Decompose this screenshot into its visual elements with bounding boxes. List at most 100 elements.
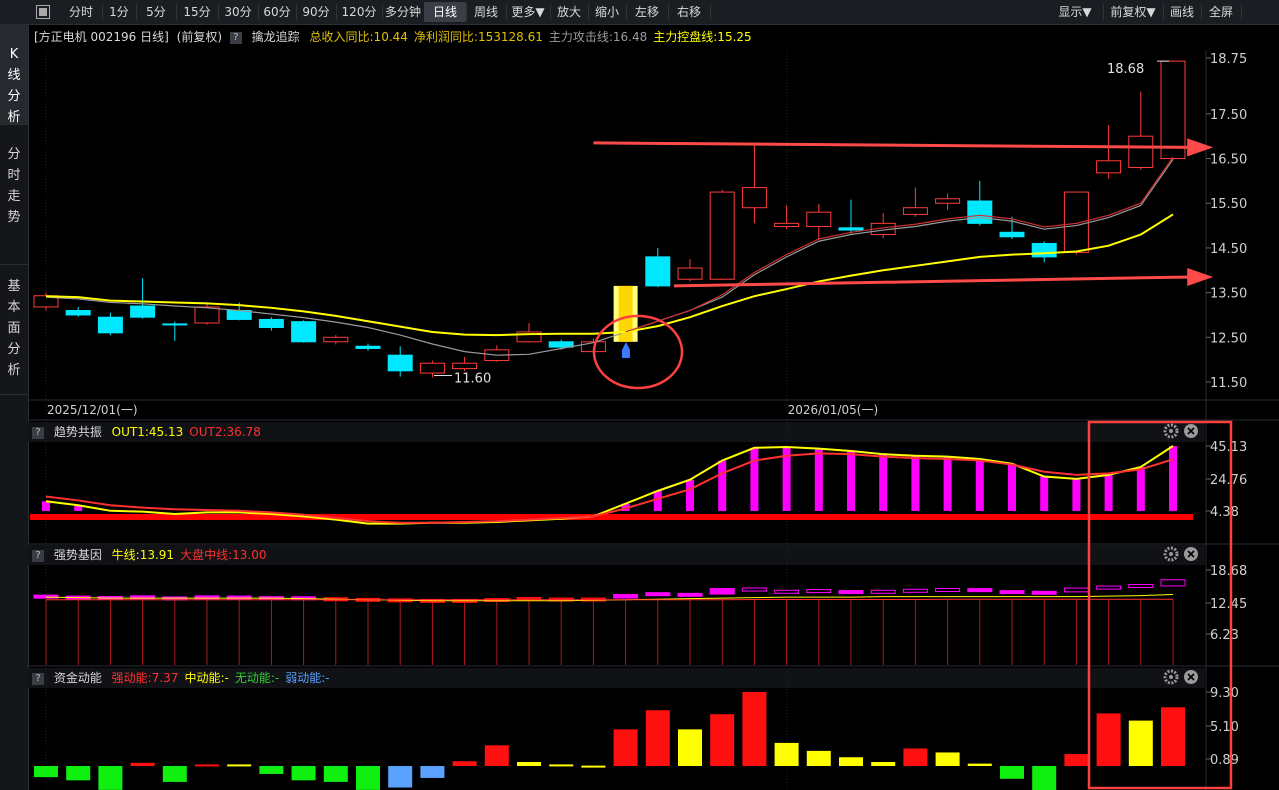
fund-bar bbox=[259, 766, 284, 774]
help-icon[interactable]: ? bbox=[32, 672, 44, 685]
sidebar-tab[interactable]: 基本面分析 bbox=[0, 264, 28, 394]
toolbar-button[interactable]: 放大 bbox=[550, 2, 588, 22]
strength-pane-header: ? 强势基因 牛线:13.91 大盘中线:13.00 bbox=[28, 545, 1208, 565]
fund-bar bbox=[162, 766, 187, 782]
strength-mark bbox=[1096, 585, 1122, 590]
y-tick-label: 11.50 bbox=[1210, 376, 1247, 391]
fund-bar bbox=[1128, 720, 1153, 766]
strength-mark bbox=[1063, 587, 1089, 593]
fund-bar bbox=[871, 762, 896, 766]
candle-body bbox=[1031, 242, 1057, 258]
strength-mark bbox=[548, 597, 574, 602]
toolbar-button[interactable]: 缩小 bbox=[588, 2, 626, 22]
toolbar-right-button[interactable]: 全屏 bbox=[1201, 2, 1241, 22]
help-icon[interactable]: ? bbox=[32, 426, 44, 439]
toolbar-button[interactable]: 30分 bbox=[218, 2, 258, 22]
help-icon[interactable]: ? bbox=[229, 31, 242, 44]
toolbar-button[interactable]: 120分 bbox=[336, 2, 382, 22]
sidebar-tab-char: 析 bbox=[7, 363, 21, 378]
strength-mark bbox=[33, 594, 59, 599]
strength-mark bbox=[130, 595, 156, 600]
y-tick-label: 18.75 bbox=[1210, 52, 1247, 67]
fund-bar bbox=[903, 748, 928, 766]
sidebar-tab-char: K bbox=[9, 47, 19, 62]
candle-body bbox=[580, 341, 606, 353]
indicator-value: OUT2:36.78 bbox=[189, 425, 261, 439]
fund-bar bbox=[806, 750, 831, 766]
toolbar-button[interactable]: 右移 bbox=[668, 2, 710, 22]
sidebar-tab-char: 时 bbox=[7, 168, 21, 183]
candle-body bbox=[677, 267, 703, 280]
strength-mark bbox=[323, 597, 349, 602]
toolbar-button[interactable]: 分时 bbox=[60, 2, 102, 22]
toolbar-right-button[interactable]: 显示▼ bbox=[1047, 2, 1103, 22]
indicator-value: 弱动能:- bbox=[285, 671, 330, 685]
toolbar-button[interactable]: 左移 bbox=[626, 2, 668, 22]
strength-line bbox=[46, 598, 1173, 601]
toolbar-button[interactable]: 5分 bbox=[136, 2, 176, 22]
trend-bar bbox=[1008, 463, 1016, 511]
sidebar-tab[interactable]: K线分析 bbox=[0, 24, 28, 125]
fund-pane-header: ? 资金动能 强动能:7.37 中动能:- 无动能:- 弱动能:- bbox=[28, 668, 1208, 688]
trend-arrow-line bbox=[593, 141, 1192, 149]
fund-bar bbox=[1161, 707, 1185, 766]
y-tick-label: 24.76 bbox=[1210, 473, 1247, 488]
toolbar-button[interactable]: 日线 bbox=[424, 2, 466, 22]
candle-body bbox=[967, 200, 993, 224]
x-axis-label: 2026/01/05(一) bbox=[788, 403, 879, 417]
candle-body bbox=[548, 341, 574, 348]
toolbar-button[interactable]: 更多▼ bbox=[506, 2, 550, 22]
toolbar-right-button[interactable]: 画线 bbox=[1163, 2, 1201, 22]
menu-square-icon[interactable] bbox=[36, 5, 50, 19]
toolbar-button[interactable]: 15分 bbox=[176, 2, 218, 22]
fund-bar bbox=[645, 710, 670, 766]
trend-bar bbox=[1040, 476, 1049, 511]
toolbar-button[interactable]: 多分钟 bbox=[382, 2, 424, 22]
trend-bar bbox=[750, 447, 759, 511]
toolbar-button[interactable]: 周线 bbox=[466, 2, 506, 22]
strength-pane-title: 强势基因 bbox=[53, 548, 102, 562]
y-tick-label: 12.50 bbox=[1210, 331, 1247, 346]
candle-body bbox=[484, 349, 510, 362]
breakout-highlight bbox=[618, 285, 633, 342]
toolbar-right-button[interactable]: 前复权▼ bbox=[1103, 2, 1163, 22]
fund-bar bbox=[452, 761, 477, 766]
sidebar-tab[interactable]: 分时走势 bbox=[0, 124, 28, 264]
candle-body bbox=[387, 354, 413, 372]
strength-mark bbox=[226, 595, 252, 600]
sidebar-tab-char: 分 bbox=[7, 342, 21, 357]
indicator-value: 主力攻击线:16.48 bbox=[548, 30, 648, 44]
low-label: 11.60 bbox=[454, 372, 491, 387]
toolbar-button[interactable]: 60分 bbox=[258, 2, 296, 22]
fund-bar bbox=[130, 762, 155, 766]
strength-mark bbox=[162, 596, 188, 601]
candle-body bbox=[741, 187, 767, 209]
fund-bar bbox=[1032, 766, 1057, 790]
toolbar-button[interactable]: 1分 bbox=[102, 2, 136, 22]
fund-bar bbox=[774, 742, 799, 766]
strength-mark bbox=[258, 596, 284, 601]
indicator-value: 净利润同比:153128.61 bbox=[413, 30, 543, 44]
y-tick-label: 9.30 bbox=[1210, 686, 1239, 701]
strength-mark bbox=[935, 587, 961, 592]
stock-title: [方正电机 002196 日线] bbox=[34, 30, 169, 44]
fund-bar bbox=[1000, 766, 1024, 779]
trend-pane-header: ? 趋势共振 OUT1:45.13 OUT2:36.78 bbox=[28, 422, 1208, 442]
help-icon[interactable]: ? bbox=[32, 549, 44, 562]
trend-bar bbox=[621, 503, 630, 511]
rocket-icon bbox=[622, 342, 630, 358]
indicator-value: 大盘中线:13.00 bbox=[180, 548, 267, 562]
fund-bar bbox=[678, 729, 702, 766]
trend-arrow-head bbox=[1187, 267, 1214, 286]
fund-bar bbox=[98, 766, 123, 790]
candle-body bbox=[806, 211, 832, 227]
strength-mark bbox=[194, 595, 220, 600]
strength-mark bbox=[838, 590, 864, 595]
toolbar-divider bbox=[710, 4, 711, 20]
toolbar-button[interactable]: 90分 bbox=[296, 2, 336, 22]
strength-mark bbox=[741, 587, 767, 592]
strength-mark bbox=[516, 596, 542, 601]
candle-body bbox=[1160, 60, 1186, 160]
sidebar-tab-char: 分 bbox=[7, 89, 21, 104]
fund-bar bbox=[1096, 713, 1121, 766]
